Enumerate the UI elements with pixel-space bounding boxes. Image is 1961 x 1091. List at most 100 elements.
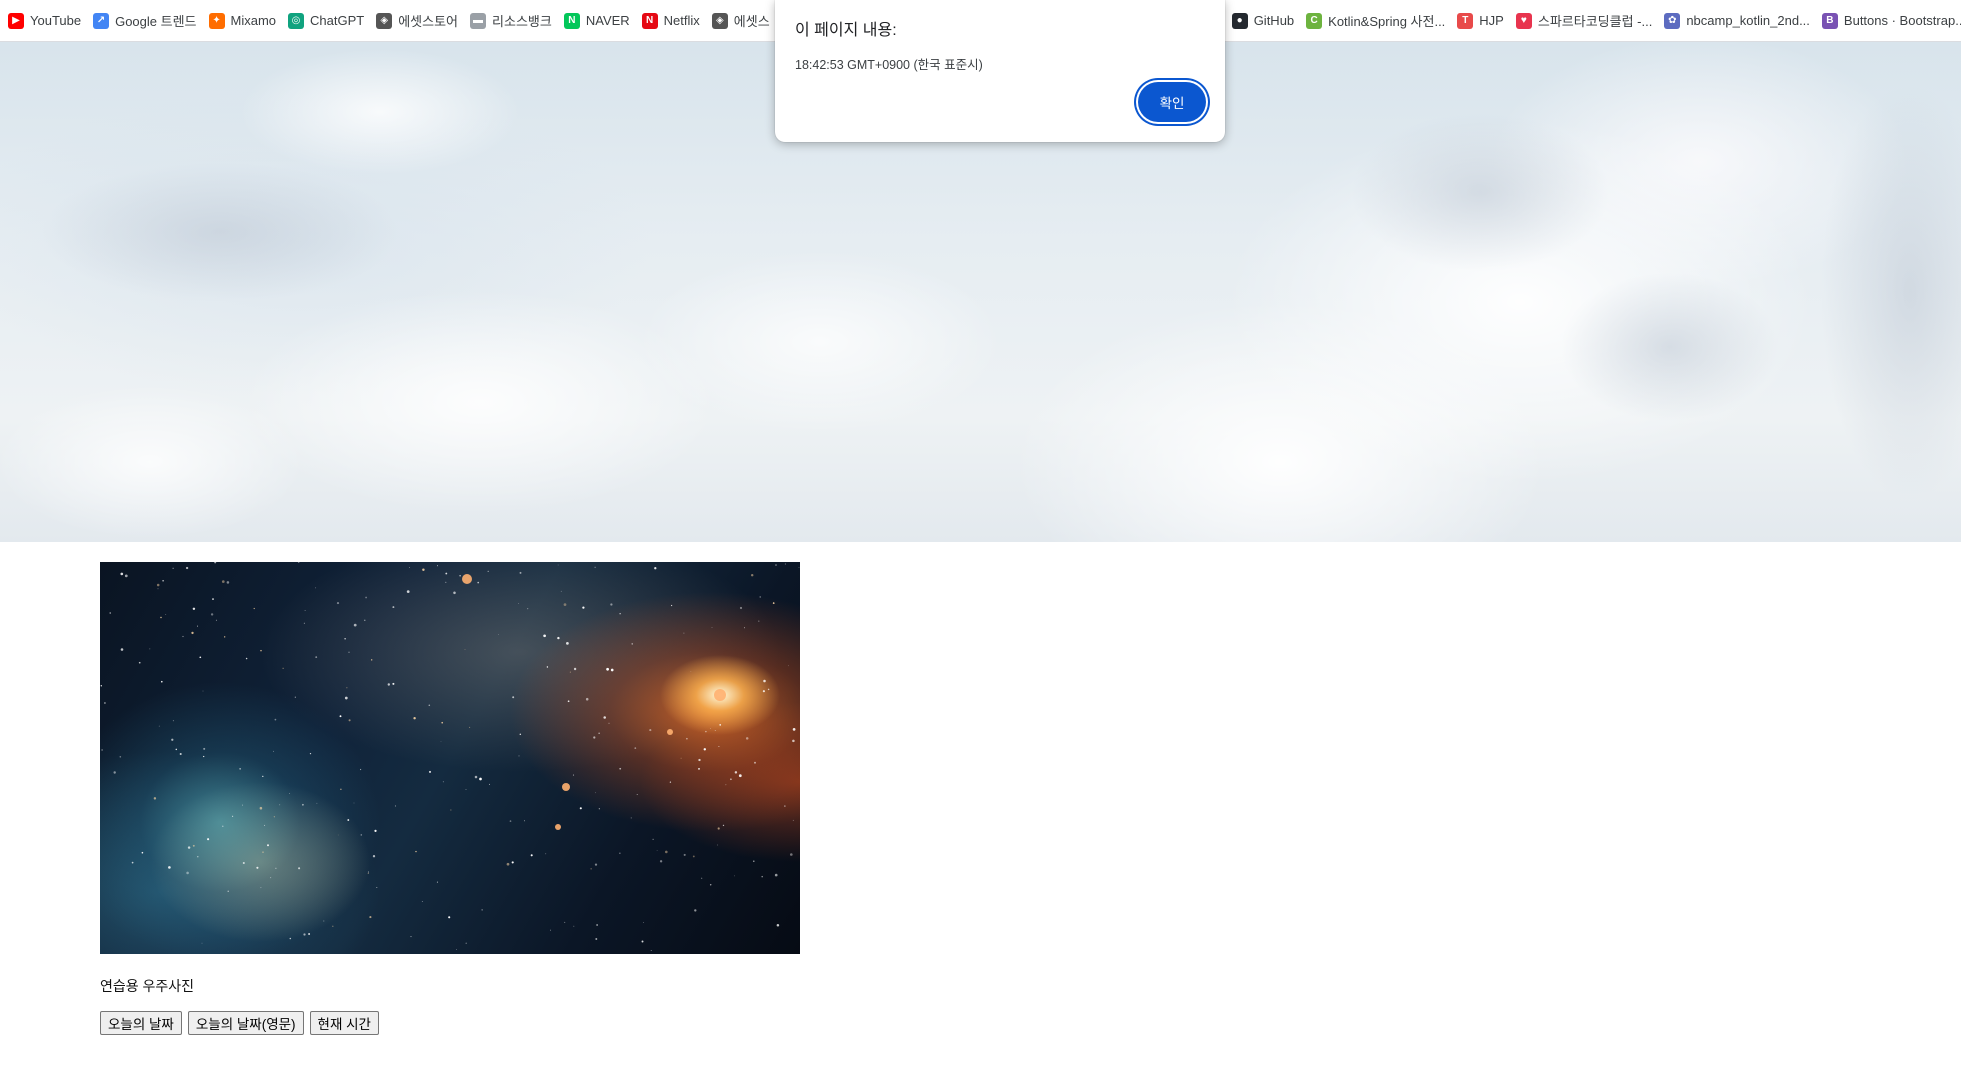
star [545,853,547,855]
star [374,829,377,833]
star [703,748,706,751]
bookmark-resourcebank[interactable]: ▬ 리소스뱅크 [466,7,560,35]
bookmark-naver[interactable]: N NAVER [560,7,638,35]
bookmark-sparta[interactable]: ♥ 스파르타코딩클럽 -... [1512,7,1660,35]
bright-star [667,729,673,735]
star [784,563,786,565]
bookmark-nbcamp[interactable]: ✿ nbcamp_kotlin_2nd... [1660,7,1818,35]
star [762,690,765,693]
image-caption: 연습용 우주사진 [100,978,195,994]
star [569,671,571,673]
star [738,774,742,778]
star [759,596,761,598]
star [698,768,700,770]
star [113,771,116,774]
star [557,564,559,566]
star [353,623,357,627]
star [722,824,725,827]
star [100,685,102,687]
current-time-button[interactable]: 현재 시간 [309,1011,379,1035]
star [372,855,376,858]
bookmark-hjp[interactable]: T HJP [1453,7,1512,35]
star [734,875,735,877]
star [160,616,162,619]
star [138,661,141,664]
bookmark-label: YouTube [30,13,82,28]
dialog-title: 이 페이지 내용: [795,22,897,39]
bookmark-netflix[interactable]: N Netflix [638,7,708,35]
star [683,853,686,856]
star [479,777,482,781]
star [179,752,182,756]
star [474,775,478,779]
bookmark-label: 리소스뱅크 [492,14,552,29]
star [187,846,191,849]
dialog-ok-button[interactable]: 확인 [1138,82,1206,122]
bright-star [562,783,570,791]
youtube-icon: ▶ [8,12,24,29]
star [294,696,296,698]
star [509,820,512,822]
hjp-icon: T [1457,12,1474,29]
star [596,924,598,926]
star [582,606,585,609]
star [367,872,369,874]
star [652,838,654,840]
star [566,642,569,645]
star [636,794,638,796]
star [415,850,417,853]
cloud-shadow [40,162,400,302]
bookmark-label: nbcamp_kotlin_2nd... [1686,13,1810,28]
star [101,749,103,751]
cloud-shadow [1350,112,1610,272]
starfield [100,562,800,952]
star [245,657,248,660]
star [171,738,174,741]
star [153,797,157,800]
bookmark-github[interactable]: ● GitHub [1228,7,1302,35]
star [572,774,575,776]
star [698,758,701,762]
bookmark-trends[interactable]: ↗ Google 트렌드 [89,7,204,35]
star [680,757,682,759]
star [337,834,339,836]
star [792,728,796,731]
bookmark-mixamo[interactable]: ✦ Mixamo [205,7,285,35]
star [456,948,457,950]
star [445,581,447,584]
star [260,887,262,889]
star [201,942,203,944]
bookmark-bootstrap[interactable]: B Buttons · Bootstrap... [1818,7,1961,35]
bookmark-unity[interactable]: ◈ 에셋스토어 [372,7,466,35]
bookmark-unity[interactable]: ◈ 에셋스 [708,7,778,35]
bookmark-label: HJP [1479,13,1504,28]
bookmark-youtube[interactable]: ▶ YouTube [4,7,89,35]
star [175,748,178,751]
star [348,719,351,722]
bright-star [555,824,561,830]
star [744,627,745,629]
star [168,866,171,869]
star [498,634,499,635]
star [598,732,600,734]
star [683,632,685,634]
star [273,816,275,818]
star [711,627,713,628]
today-date-button[interactable]: 오늘의 날짜 [100,1011,182,1035]
cloud-shadow [1820,82,1961,502]
star [157,588,159,590]
star [197,625,198,627]
bright-star [714,689,726,701]
star [253,607,255,610]
star [222,825,224,827]
star [590,868,592,870]
star [481,909,483,911]
star [774,873,778,877]
star [428,770,432,773]
bookmark-chatgpt[interactable]: ◎ ChatGPT [284,7,372,35]
star [303,622,305,624]
star [594,566,596,568]
bookmark-kotlin-spring[interactable]: C Kotlin&Spring 사전... [1302,7,1453,35]
star [750,573,754,577]
today-date-english-button[interactable]: 오늘의 날짜(영문) [187,1011,304,1035]
